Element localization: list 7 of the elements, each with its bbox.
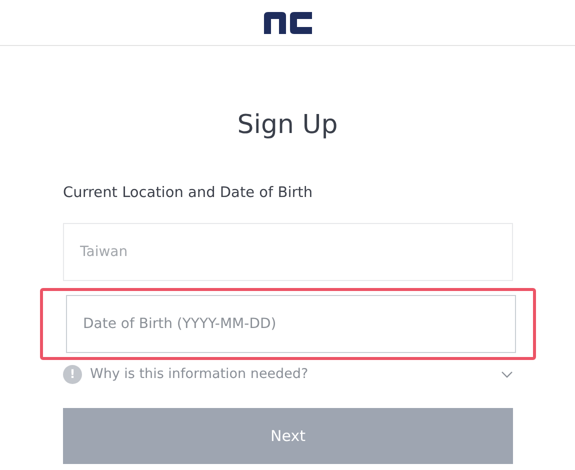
section-label: Current Location and Date of Birth	[63, 184, 314, 204]
info-icon: !	[63, 364, 82, 384]
page-title: Sign Up	[236, 110, 339, 142]
logo-icon	[264, 12, 312, 34]
chevron-down-icon[interactable]	[501, 370, 513, 378]
help-text: Why is this information needed?	[90, 364, 308, 384]
input-field[interactable]: Date of Birth (YYYY-MM-DD)	[66, 294, 516, 353]
